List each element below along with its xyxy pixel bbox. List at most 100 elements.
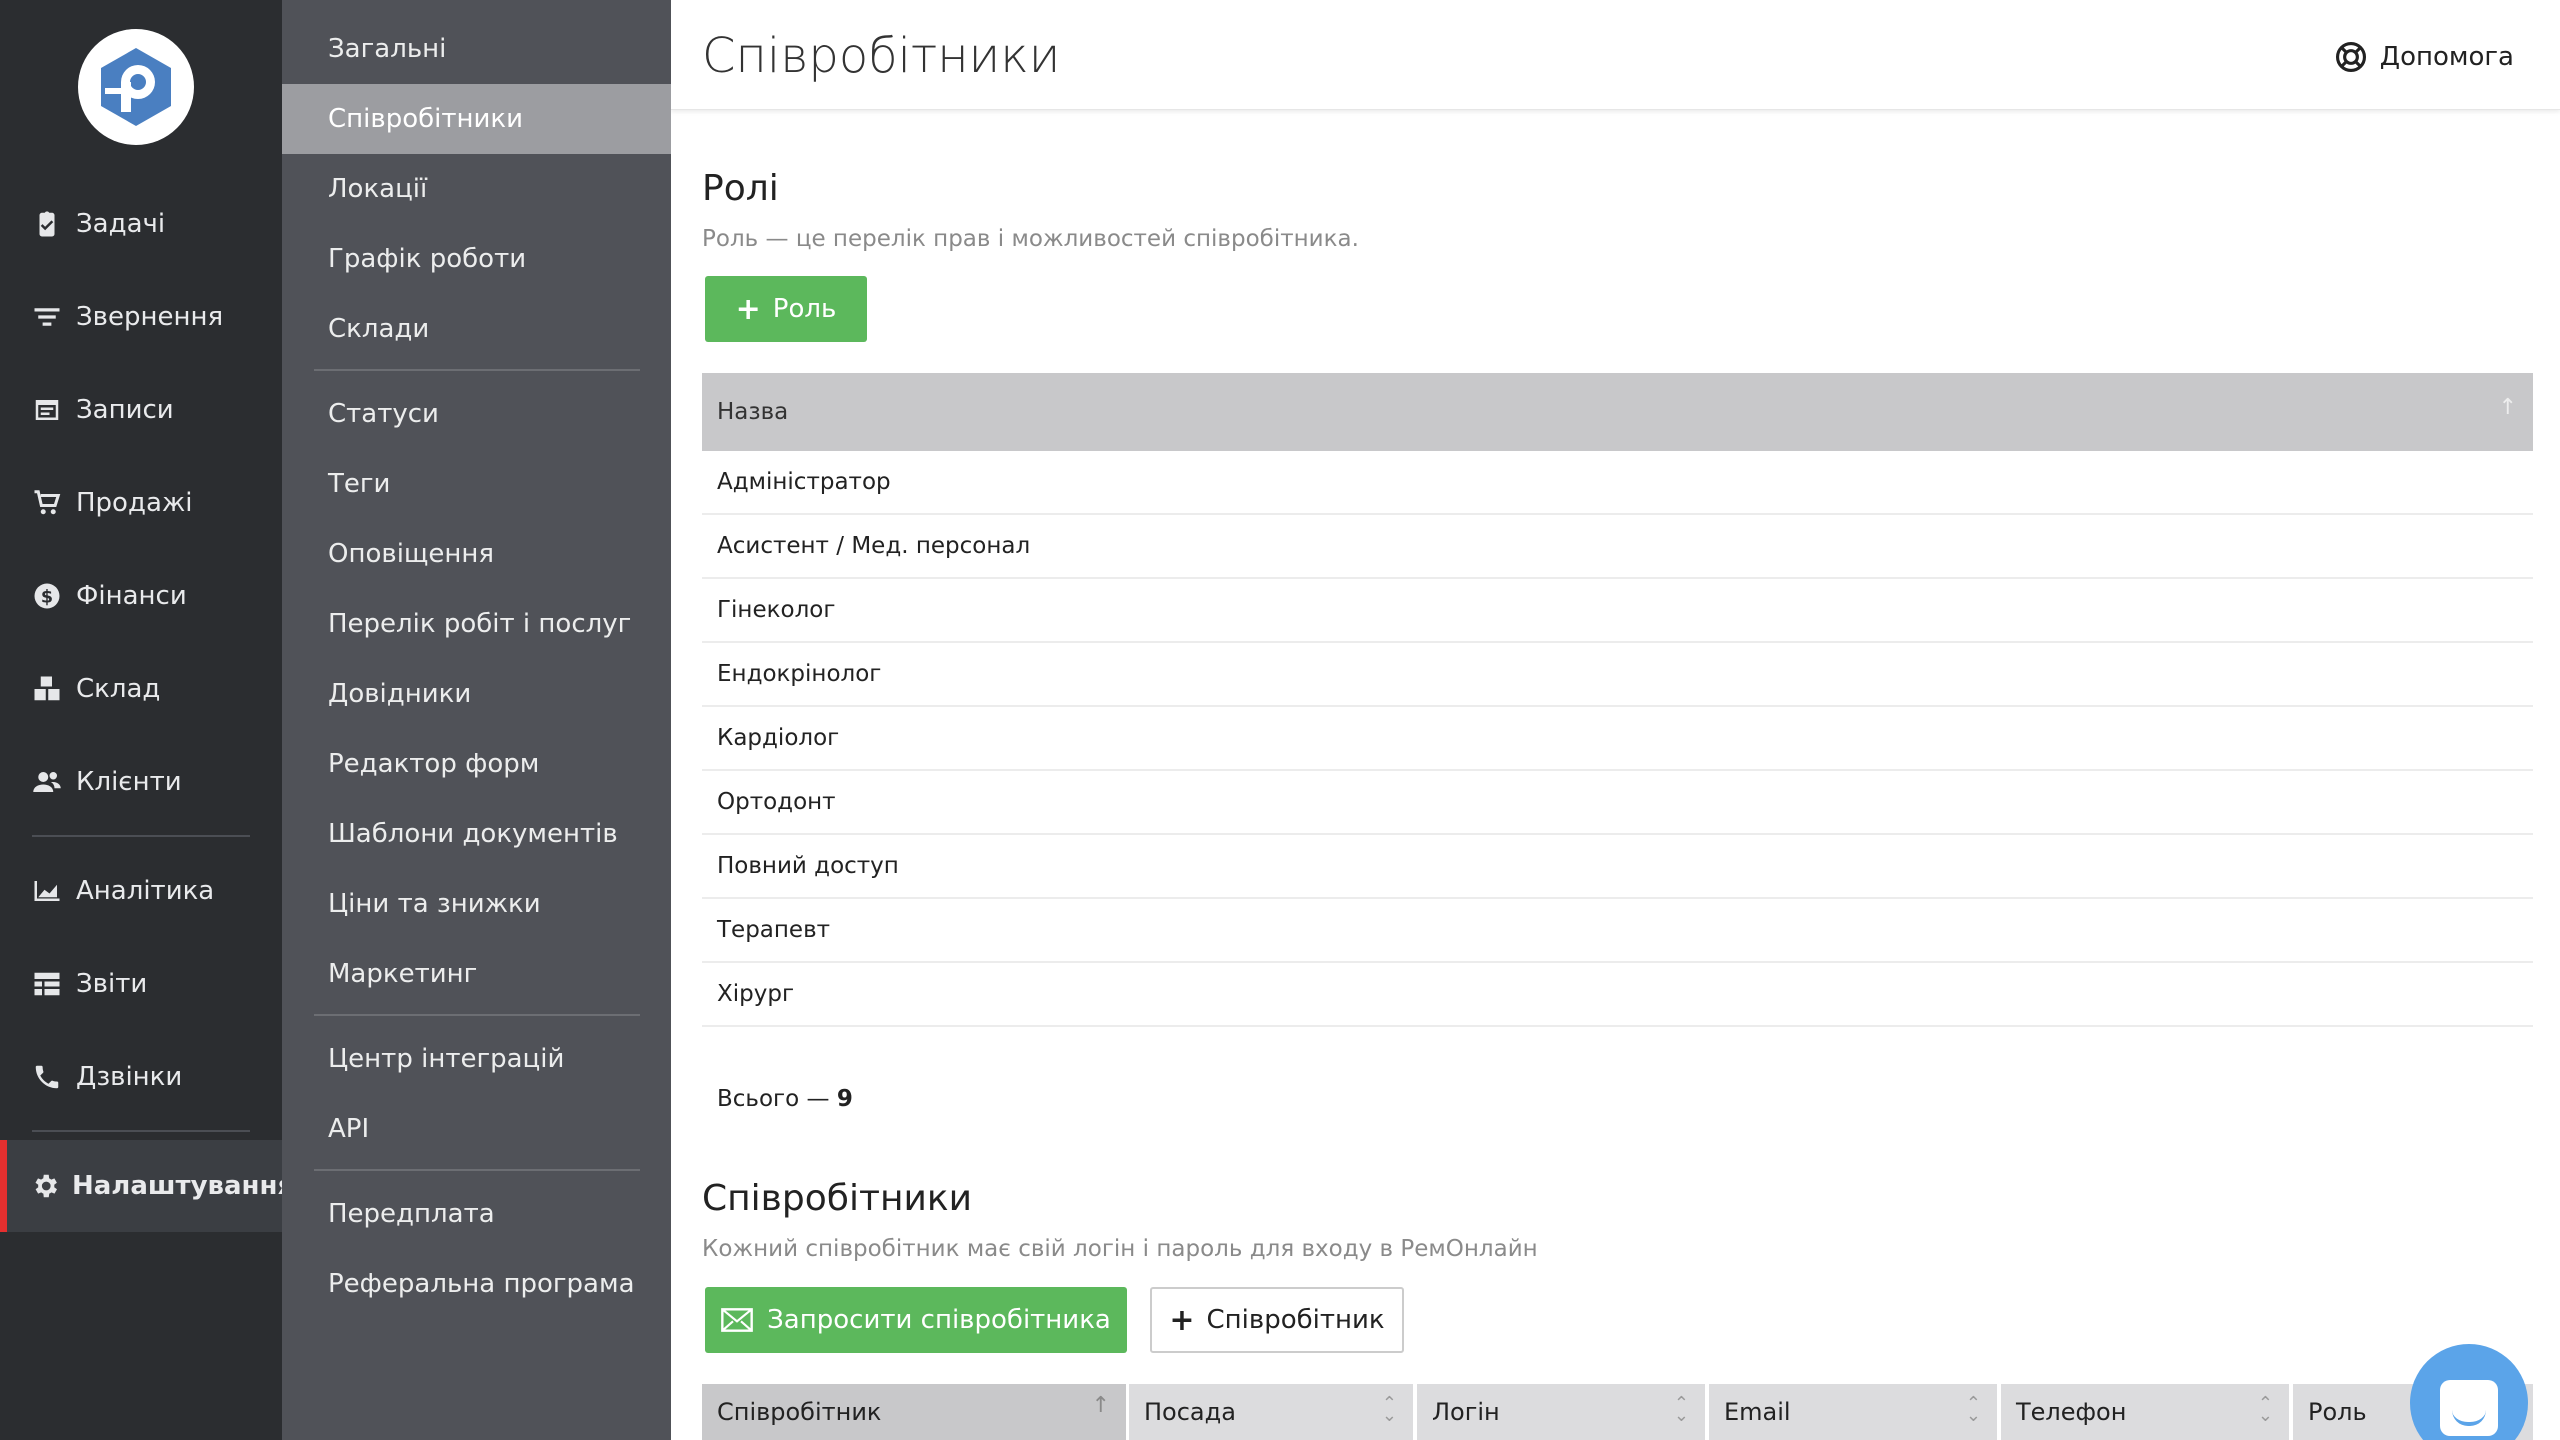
settings-item-tags[interactable]: Теги bbox=[282, 449, 671, 519]
nav-item-requests[interactable]: Звернення bbox=[0, 271, 282, 363]
page-title: Співробітники bbox=[702, 28, 1061, 84]
settings-item-directories[interactable]: Довідники bbox=[282, 659, 671, 729]
table-row[interactable]: Асистент / Мед. персонал bbox=[702, 515, 2533, 579]
add-role-button[interactable]: + Роль bbox=[705, 276, 867, 342]
table-row[interactable]: Адміністратор bbox=[702, 451, 2533, 515]
nav-divider bbox=[32, 835, 250, 837]
dollar-circle-icon: $ bbox=[30, 579, 64, 613]
settings-item-general[interactable]: Загальні bbox=[282, 14, 671, 84]
table-row[interactable]: Хірург bbox=[702, 963, 2533, 1027]
column-header-phone[interactable]: Телефон ⌃ ⌄ bbox=[2001, 1384, 2289, 1440]
column-header-label: Співробітник bbox=[717, 1398, 882, 1426]
column-header-login[interactable]: Логін ⌃ ⌄ bbox=[1417, 1384, 1705, 1440]
invite-employee-button[interactable]: Запросити співробітника bbox=[705, 1287, 1127, 1353]
help-link[interactable]: Допомога bbox=[2334, 40, 2514, 74]
nav-item-settings[interactable]: Налаштування bbox=[0, 1140, 294, 1232]
column-header-label: Посада bbox=[1144, 1398, 1236, 1426]
roles-total-value: 9 bbox=[836, 1086, 853, 1112]
help-label: Допомога bbox=[2379, 42, 2514, 72]
svg-text:$: $ bbox=[41, 587, 53, 607]
invite-employee-label: Запросити співробітника bbox=[767, 1305, 1111, 1335]
nav-item-label: Аналітика bbox=[76, 876, 215, 906]
nav-item-sales[interactable]: Продажі bbox=[0, 457, 282, 549]
settings-divider bbox=[314, 1169, 640, 1171]
clipboard-check-icon bbox=[30, 207, 64, 241]
chat-icon bbox=[2440, 1380, 2498, 1436]
column-header-employee[interactable]: Співробітник ↑ bbox=[702, 1384, 1126, 1440]
sort-toggle-icon: ⌃ ⌄ bbox=[1673, 1393, 1689, 1426]
table-row[interactable]: Терапевт bbox=[702, 899, 2533, 963]
nav-item-label: Звіти bbox=[76, 969, 148, 999]
column-header-label: Логін bbox=[1432, 1398, 1500, 1426]
nav-item-label: Склад bbox=[76, 674, 161, 704]
sort-arrow-icon: ↑ bbox=[1091, 1393, 1110, 1418]
settings-item-integrations[interactable]: Центр інтеграцій bbox=[282, 1024, 671, 1094]
nav-divider bbox=[32, 1130, 250, 1132]
table-row[interactable]: Ендокрінолог bbox=[702, 643, 2533, 707]
settings-item-warehouses[interactable]: Склади bbox=[282, 294, 671, 364]
employees-description: Кожний співробітник має свій логін і пар… bbox=[702, 1236, 1538, 1262]
settings-item-referral[interactable]: Реферальна програма bbox=[282, 1249, 671, 1319]
nav-item-label: Задачі bbox=[76, 209, 166, 239]
settings-item-schedule[interactable]: Графік роботи bbox=[282, 224, 671, 294]
settings-item-statuses[interactable]: Статуси bbox=[282, 379, 671, 449]
table-row[interactable]: Гінеколог bbox=[702, 579, 2533, 643]
cart-icon bbox=[30, 486, 64, 520]
gear-icon bbox=[30, 1169, 60, 1203]
nav-item-label: Записи bbox=[76, 395, 174, 425]
settings-item-subscription[interactable]: Передплата bbox=[282, 1179, 671, 1249]
plus-icon: + bbox=[735, 291, 761, 327]
funnel-icon bbox=[30, 300, 64, 334]
settings-item-prices[interactable]: Ціни та знижки bbox=[282, 869, 671, 939]
nav-item-records[interactable]: Записи bbox=[0, 364, 282, 456]
nav-item-analytics[interactable]: Аналітика bbox=[0, 845, 282, 937]
nav-item-calls[interactable]: Дзвінки bbox=[0, 1031, 282, 1123]
settings-item-marketing[interactable]: Маркетинг bbox=[282, 939, 671, 1009]
roles-total-label: Всього — bbox=[717, 1086, 830, 1112]
top-bar: Співробітники Допомога bbox=[671, 0, 2560, 110]
column-header-label: Роль bbox=[2308, 1398, 2367, 1426]
roles-table-header[interactable]: Назва ↑ bbox=[702, 373, 2533, 451]
nav-item-clients[interactable]: Клієнти bbox=[0, 736, 282, 828]
calendar-list-icon bbox=[30, 393, 64, 427]
roles-total: Всього — 9 bbox=[717, 1086, 853, 1112]
nav-item-label: Налаштування bbox=[72, 1171, 295, 1201]
column-header-label: Телефон bbox=[2016, 1398, 2127, 1426]
settings-item-services[interactable]: Перелік робіт і послуг bbox=[282, 589, 671, 659]
lifebuoy-icon bbox=[2335, 41, 2366, 73]
column-header-email[interactable]: Email ⌃ ⌄ bbox=[1709, 1384, 1997, 1440]
nav-item-label: Звернення bbox=[76, 302, 224, 332]
settings-item-notifications[interactable]: Оповіщення bbox=[282, 519, 671, 589]
main-sidebar: Задачі Звернення Записи Продажі $ Фінанс… bbox=[0, 0, 294, 1440]
table-row[interactable]: Повний доступ bbox=[702, 835, 2533, 899]
nav-item-label: Клієнти bbox=[76, 767, 182, 797]
main-content: Співробітники Допомога Ролі Роль — це пе… bbox=[671, 0, 2560, 1440]
logo[interactable] bbox=[78, 29, 194, 145]
boxes-icon bbox=[30, 672, 64, 706]
employees-title: Співробітники bbox=[702, 1178, 973, 1219]
settings-item-doc-templates[interactable]: Шаблони документів bbox=[282, 799, 671, 869]
column-header-name: Назва bbox=[717, 399, 789, 425]
add-employee-button[interactable]: + Співробітник bbox=[1150, 1287, 1404, 1353]
table-row[interactable]: Ортодонт bbox=[702, 771, 2533, 835]
settings-item-form-editor[interactable]: Редактор форм bbox=[282, 729, 671, 799]
column-header-label: Email bbox=[1724, 1398, 1791, 1426]
add-employee-label: Співробітник bbox=[1206, 1305, 1385, 1335]
phone-icon bbox=[30, 1060, 64, 1094]
table-icon bbox=[30, 967, 64, 1001]
nav-item-reports[interactable]: Звіти bbox=[0, 938, 282, 1030]
logo-icon bbox=[101, 48, 171, 126]
settings-item-locations[interactable]: Локації bbox=[282, 154, 671, 224]
nav-item-tasks[interactable]: Задачі bbox=[0, 178, 282, 270]
chart-area-icon bbox=[30, 874, 64, 908]
plus-icon: + bbox=[1169, 1302, 1195, 1338]
table-row[interactable]: Кардіолог bbox=[702, 707, 2533, 771]
nav-item-label: Продажі bbox=[76, 488, 193, 518]
settings-item-employees[interactable]: Співробітники bbox=[282, 84, 671, 154]
nav-item-warehouse[interactable]: Склад bbox=[0, 643, 282, 735]
nav-item-finance[interactable]: $ Фінанси bbox=[0, 550, 282, 642]
roles-description: Роль — це перелік прав і можливостей спі… bbox=[702, 226, 1359, 252]
settings-divider bbox=[314, 1014, 640, 1016]
column-header-position[interactable]: Посада ⌃ ⌄ bbox=[1129, 1384, 1413, 1440]
settings-item-api[interactable]: API bbox=[282, 1094, 671, 1164]
